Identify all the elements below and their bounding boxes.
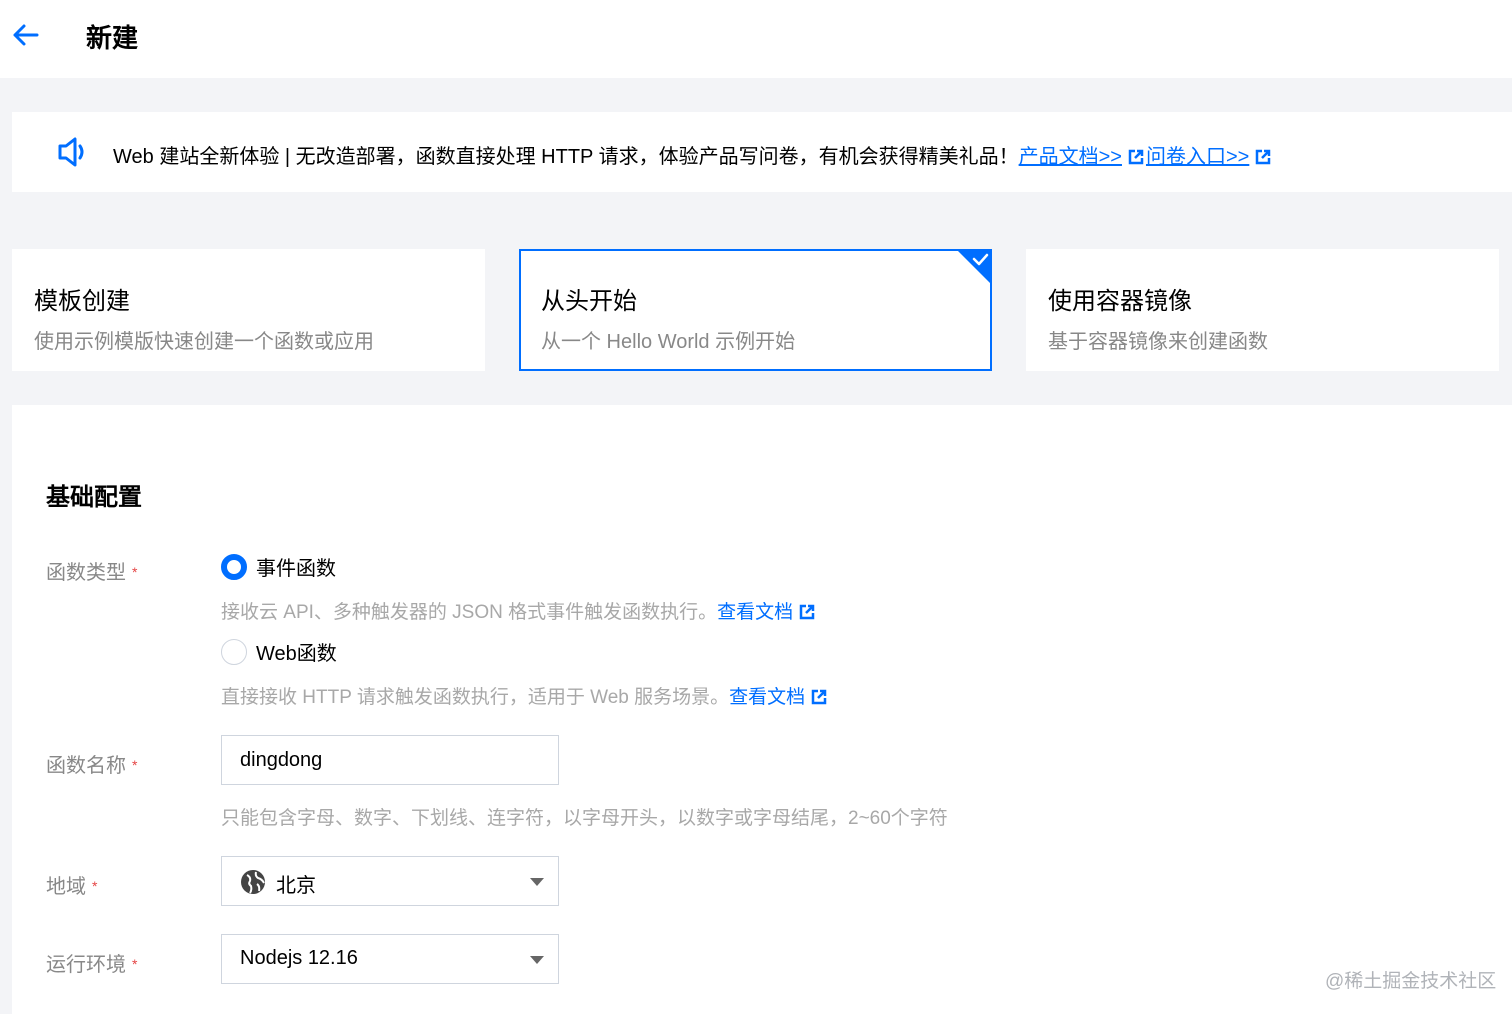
event-function-hint: 接收云 API、多种触发器的 JSON 格式事件触发函数执行。查看文档	[221, 597, 817, 624]
external-link-icon[interactable]	[799, 604, 815, 620]
view-docs-link[interactable]: 查看文档	[729, 687, 805, 708]
label-text: 地域	[46, 876, 86, 898]
card-title: 从头开始	[541, 288, 637, 315]
page-title: 新建	[86, 23, 139, 53]
view-docs-link[interactable]: 查看文档	[717, 602, 793, 623]
card-from-scratch[interactable]: 从头开始 从一个 Hello World 示例开始	[519, 249, 992, 371]
runtime-select[interactable]: Nodejs 12.16	[221, 934, 559, 984]
external-link-icon[interactable]	[1255, 149, 1271, 165]
card-title: 使用容器镜像	[1048, 288, 1192, 315]
radio-event-function[interactable]: 事件函数	[221, 552, 336, 581]
required-mark: *	[132, 564, 138, 580]
section-title: 基础配置	[46, 484, 142, 511]
caret-down-icon	[530, 878, 544, 886]
radio-web-function[interactable]: Web函数	[221, 637, 337, 666]
notice-text: Web 建站全新体验 | 无改造部署，函数直接处理 HTTP 请求，体验产品写问…	[113, 146, 1019, 168]
notice-text-line: Web 建站全新体验 | 无改造部署，函数直接处理 HTTP 请求，体验产品写问…	[113, 140, 1273, 169]
runtime-value: Nodejs 12.16	[240, 947, 358, 969]
speaker-icon	[58, 137, 84, 167]
card-template-create[interactable]: 模板创建 使用示例模版快速创建一个函数或应用	[12, 249, 485, 371]
radio-button[interactable]	[221, 638, 247, 665]
watermark: @稀土掘金技术社区	[1325, 971, 1497, 992]
func-name-label: 函数名称 *	[46, 749, 137, 778]
globe-icon	[241, 870, 265, 894]
func-name-hint: 只能包含字母、数字、下划线、连字符，以字母开头，以数字或字母结尾，2~60个字符	[221, 808, 948, 829]
label-text: 函数类型	[46, 562, 126, 584]
back-button[interactable]	[8, 18, 42, 52]
region-select[interactable]: 北京	[221, 856, 559, 906]
func-type-label: 函数类型 *	[46, 556, 137, 585]
card-desc: 使用示例模版快速创建一个函数或应用	[34, 331, 374, 353]
card-desc: 从一个 Hello World 示例开始	[541, 331, 796, 353]
caret-down-icon	[530, 956, 544, 964]
notice-banner: Web 建站全新体验 | 无改造部署，函数直接处理 HTTP 请求，体验产品写问…	[12, 112, 1512, 192]
checkmark-icon	[956, 249, 992, 285]
required-mark: *	[132, 757, 138, 773]
required-mark: *	[92, 878, 98, 894]
hint-text: 接收云 API、多种触发器的 JSON 格式事件触发函数执行。	[221, 602, 718, 623]
top-bar: 新建	[0, 0, 1512, 78]
region-value: 北京	[276, 875, 316, 897]
external-link-icon[interactable]	[811, 689, 827, 705]
card-title: 模板创建	[34, 288, 130, 315]
web-function-hint: 直接接收 HTTP 请求触发函数执行，适用于 Web 服务场景。查看文档	[221, 682, 829, 709]
card-container-image[interactable]: 使用容器镜像 基于容器镜像来创建函数	[1026, 249, 1499, 371]
radio-label: 事件函数	[256, 558, 336, 580]
radio-button[interactable]	[221, 553, 247, 580]
label-text: 运行环境	[46, 954, 126, 976]
card-desc: 基于容器镜像来创建函数	[1048, 331, 1268, 353]
region-label: 地域 *	[46, 870, 97, 899]
func-name-input[interactable]	[221, 735, 559, 785]
required-mark: *	[132, 956, 138, 972]
hint-text: 直接接收 HTTP 请求触发函数执行，适用于 Web 服务场景。	[221, 687, 730, 708]
runtime-label: 运行环境 *	[46, 948, 137, 977]
arrow-left-icon	[13, 24, 39, 46]
radio-label: Web函数	[256, 643, 337, 665]
external-link-icon[interactable]	[1128, 149, 1144, 165]
label-text: 函数名称	[46, 755, 126, 777]
survey-link[interactable]: 问卷入口>>	[1146, 146, 1249, 168]
product-docs-link[interactable]: 产品文档>>	[1019, 146, 1122, 168]
form-panel	[12, 405, 1512, 1014]
